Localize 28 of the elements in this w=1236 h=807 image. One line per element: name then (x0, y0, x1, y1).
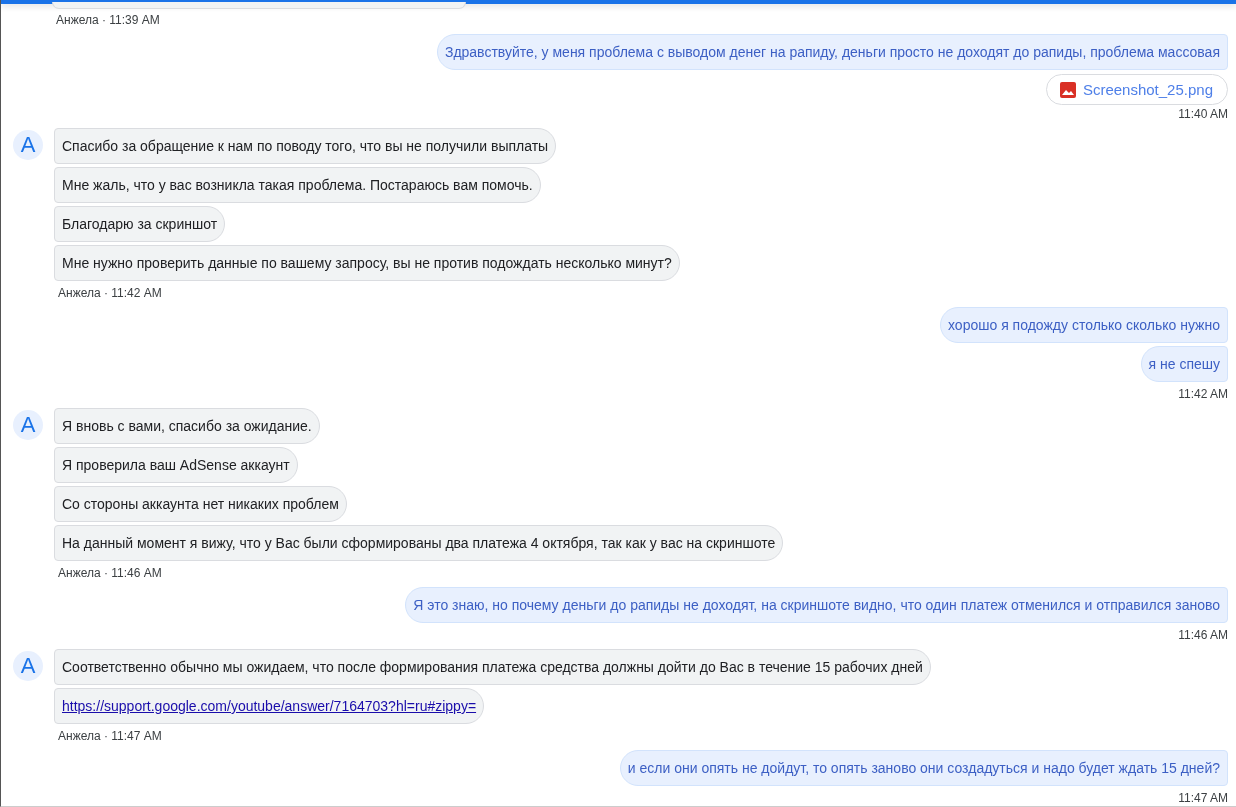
message-meta: 11:46 AM (1178, 627, 1228, 643)
message-meta: Анжела · 11:46 AM (57, 565, 162, 581)
message-meta: 11:42 AM (1178, 386, 1228, 402)
avatar: A (13, 410, 43, 440)
message-bubble: хорошо я подожду столько сколько нужно (940, 307, 1228, 343)
message-meta: 11:47 AM (1178, 790, 1228, 806)
avatar: A (13, 130, 43, 160)
message-bubble: Я проверила ваш AdSense аккаунт (54, 447, 298, 483)
attachment-chip[interactable]: Screenshot_25.png (1045, 74, 1228, 105)
message-meta: 11:40 AM (1178, 106, 1228, 122)
message-bubble: Благодарю за скриншот (54, 206, 226, 242)
message-bubble: Со стороны аккаунта нет никаких проблем (54, 486, 347, 522)
avatar: A (13, 651, 43, 681)
message-bubble: я не спешу (1140, 346, 1228, 382)
image-file-icon (1059, 81, 1076, 98)
message-meta: Анжела · 11:47 AM (57, 728, 162, 744)
message-bubble: На данный момент я вижу, что у Вас были сформированы два платежа 4 октября, так как у вас на скриншоте (54, 525, 784, 561)
support-link[interactable]: https://support.google.com/youtube/answer/7164703?hl=ru#zippy= (62, 698, 477, 714)
message-bubble: Спасибо за обращение к нам по поводу того, что вы не получили выплаты (54, 128, 557, 164)
message-meta: Анжела · 11:39 AM (55, 12, 160, 28)
message-bubble: Я это знаю, но почему деньги до рапиды не доходят, на скриншоте видно, что один платеж отменился и отправился заново (405, 587, 1228, 623)
message-bubble: Мне нужно проверить данные по вашему запросу, вы не против подождать несколько минут? (54, 245, 680, 281)
message-bubble: Соответственно обычно мы ожидаем, что после формирования платежа средства должны дойти до Вас в течение 15 рабочих дней (54, 649, 931, 685)
message-bubble: Я вновь с вами, спасибо за ожидание. (54, 408, 320, 444)
message-meta: Анжела · 11:42 AM (57, 285, 162, 301)
message-bubble: Здравствуйте, у меня проблема с выводом денег на рапиду, деньги просто не доходят до рапиды, проблема массовая (436, 34, 1228, 70)
message-bubble: и если они опять не дойдут, то опять заново они создадуться и надо будет ждать 15 дней? (619, 750, 1228, 786)
message-bubble: Мне жаль, что у вас возникла такая проблема. Постараюсь вам помочь. (54, 167, 541, 203)
